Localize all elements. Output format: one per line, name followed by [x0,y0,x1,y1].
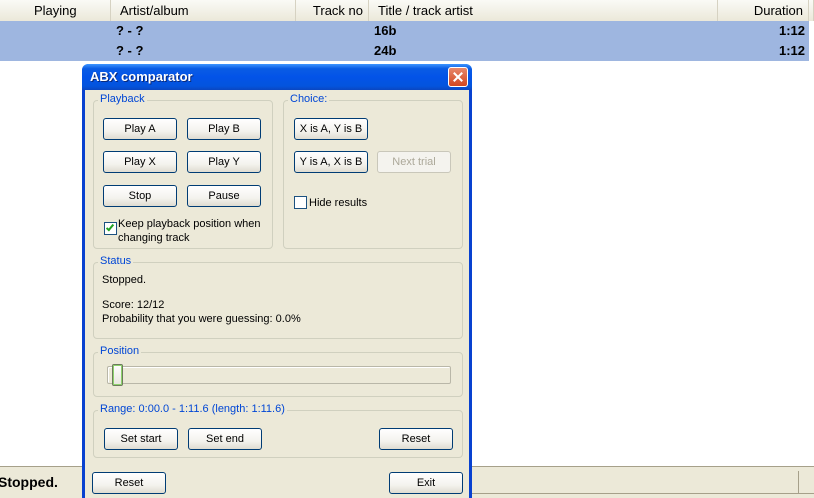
position-slider-thumb[interactable] [112,364,123,386]
stop-button[interactable]: Stop [103,185,177,207]
status-bar-divider [470,493,814,494]
playlist-row[interactable]: ? - ? 24b 1:12 [0,41,809,61]
column-header-artist-album[interactable]: Artist/album [111,0,296,21]
checkmark-icon [105,222,115,232]
dialog-client-area: Playback Play A Play B Play X Play Y Sto… [85,90,469,498]
hide-results-checkbox[interactable] [294,196,307,209]
x-is-a-button[interactable]: X is A, Y is B [294,118,368,140]
row-title: 16b [374,23,397,38]
range-reset-button[interactable]: Reset [379,428,453,450]
position-slider-track[interactable] [107,366,451,384]
hide-results-label: Hide results [309,197,368,209]
choice-legend: Choice: [288,93,330,105]
status-legend: Status [98,255,134,267]
column-header-title[interactable]: Title / track artist [369,0,718,21]
column-header-duration[interactable]: Duration [718,0,809,21]
row-title: 24b [374,43,397,58]
pause-button[interactable]: Pause [187,185,261,207]
column-header-filler [809,0,814,21]
status-bar-text: Stopped. [0,474,58,490]
reset-button[interactable]: Reset [92,472,166,494]
status-score-text: Score: 12/12 [102,299,165,311]
close-icon[interactable] [448,67,468,87]
range-legend: Range: 0:00.0 - 1:11.6 (length: 1:11.6) [98,403,287,415]
row-duration: 1:12 [778,43,805,58]
exit-button[interactable]: Exit [389,472,463,494]
keep-position-checkbox[interactable] [104,222,117,235]
play-b-button[interactable]: Play B [187,118,261,140]
dialog-title-bar[interactable]: ABX comparator [82,64,472,90]
playlist-row[interactable]: ? - ? 16b 1:12 [0,21,809,41]
play-x-button[interactable]: Play X [103,151,177,173]
playback-legend: Playback [98,93,147,105]
next-trial-button[interactable]: Next trial [377,151,451,173]
play-a-button[interactable]: Play A [103,118,177,140]
status-state-text: Stopped. [102,274,147,286]
row-artist: ? - ? [116,43,144,58]
keep-position-label-line1: Keep playback position when [118,218,261,230]
status-bar-divider [798,471,799,493]
row-artist: ? - ? [116,23,144,38]
set-start-button[interactable]: Set start [104,428,178,450]
playlist-header: Playing Artist/album Track no Title / tr… [0,0,814,21]
y-is-a-button[interactable]: Y is A, X is B [294,151,368,173]
status-probability-text: Probability that you were guessing: 0.0% [102,313,301,325]
play-y-button[interactable]: Play Y [187,151,261,173]
keep-position-label-line2: changing track [118,232,190,244]
column-header-track-no[interactable]: Track no [296,0,369,21]
set-end-button[interactable]: Set end [188,428,262,450]
abx-dialog: ABX comparator Playback Play A Play B Pl… [82,64,472,498]
row-duration: 1:12 [778,23,805,38]
position-legend: Position [98,345,142,357]
dialog-title: ABX comparator [90,69,193,84]
column-header-playing[interactable]: Playing [0,0,111,21]
